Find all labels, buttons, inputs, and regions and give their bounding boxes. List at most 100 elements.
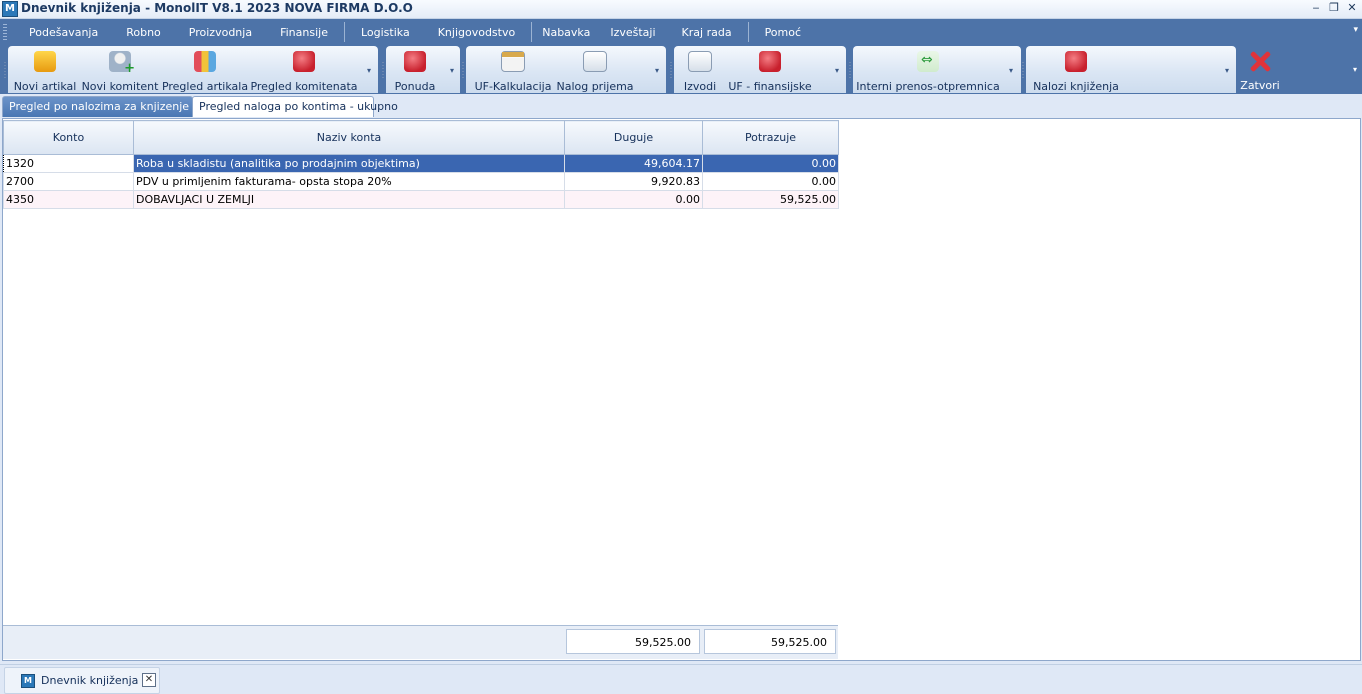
cell-duguje[interactable]: 49,604.17: [564, 154, 703, 173]
clients-icon: [293, 51, 315, 72]
toolbar-grip[interactable]: [4, 62, 6, 78]
offer-button[interactable]: Ponuda: [392, 46, 438, 93]
dropdown-arrow-icon[interactable]: ▾: [655, 66, 659, 75]
menu-kraj-rada[interactable]: Kraj rada: [668, 26, 746, 39]
cell-potrazuje[interactable]: 0.00: [702, 172, 839, 191]
statements-icon: [688, 51, 712, 72]
app-icon: M: [2, 1, 18, 17]
menu-knjigovodstvo[interactable]: Knjigovodstvo: [424, 26, 530, 39]
menu-finansije[interactable]: Finansije: [266, 26, 342, 39]
clients-overview-button[interactable]: Pregled komitenata: [250, 46, 358, 93]
cell-duguje[interactable]: 9,920.83: [564, 172, 703, 191]
cell-naziv[interactable]: PDV u primljenim fakturama- opsta stopa …: [133, 172, 565, 191]
articles-overview-label: Pregled artikala: [161, 80, 249, 93]
articles-overview-button[interactable]: Pregled artikala: [162, 46, 248, 93]
book-icon: [1065, 51, 1087, 72]
cell-potrazuje[interactable]: 59,525.00: [702, 190, 839, 209]
statements-button[interactable]: Izvodi: [680, 46, 720, 93]
table-row[interactable]: 1320 Roba u skladistu (analitika po prod…: [3, 154, 839, 173]
new-article-label: Novi artikal: [13, 80, 77, 93]
uf-finance-label: UF - finansijske: [728, 80, 812, 93]
toolbar-group-documents: UF-Kalkulacija Nalog prijema ▾: [466, 46, 666, 93]
tab-by-booking-orders[interactable]: Pregled po nalozima za knjizenje: [2, 96, 193, 117]
toolbar-group-offer: Ponuda ▾: [386, 46, 460, 93]
menu-proizvodnja[interactable]: Proizvodnja: [175, 26, 266, 39]
column-header-konto[interactable]: Konto: [3, 120, 134, 155]
menu-logistika[interactable]: Logistika: [347, 26, 424, 39]
menu-izvestaji[interactable]: Izveštaji: [598, 26, 667, 39]
restore-button[interactable]: ❐: [1328, 0, 1340, 16]
menu-podesavanja[interactable]: Podešavanja: [15, 26, 112, 39]
menu-nabavka[interactable]: Nabavka: [534, 26, 598, 39]
new-article-button[interactable]: Novi artikal: [13, 46, 77, 93]
dropdown-arrow-icon[interactable]: ▾: [1009, 66, 1013, 75]
uf-calculation-label: UF-Kalkulacija: [474, 80, 552, 93]
booking-orders-button[interactable]: Nalozi knjiženja: [1033, 46, 1119, 93]
table-row[interactable]: 4350 DOBAVLJACI U ZEMLJI 0.00 59,525.00: [3, 190, 839, 209]
toolbar-grip[interactable]: [462, 62, 464, 78]
window-controls: ‒ ❐ ✕: [1310, 0, 1358, 18]
receipt-order-label: Nalog prijema: [556, 80, 634, 93]
toolbar-grip[interactable]: [382, 62, 384, 78]
menu-separator: [531, 22, 533, 42]
dropdown-arrow-icon[interactable]: ▾: [1225, 66, 1229, 75]
new-client-label: Novi komitent: [81, 80, 159, 93]
add-user-icon: [109, 51, 135, 76]
receipt-order-button[interactable]: Nalog prijema: [556, 46, 634, 93]
menu-overflow-icon[interactable]: ▾: [1353, 25, 1358, 35]
toolbar-grip[interactable]: [849, 62, 851, 78]
cell-konto[interactable]: 4350: [3, 190, 134, 209]
toolbar-group-master-data: Novi artikal Novi komitent Pregled artik…: [8, 46, 378, 93]
column-header-naziv-konta[interactable]: Naziv konta: [133, 120, 565, 155]
toolbar-overflow-icon[interactable]: ▾: [1353, 65, 1357, 74]
internal-transfer-button[interactable]: Interni prenos-otpremnica: [856, 46, 1000, 93]
close-icon: [1249, 50, 1271, 71]
finance-icon: [759, 51, 781, 72]
items-icon: [194, 51, 216, 72]
tab-by-accounts-total[interactable]: Pregled naloga po kontima - ukupno: [192, 96, 398, 117]
total-potrazuje: 59,525.00: [704, 629, 836, 654]
new-client-button[interactable]: Novi komitent: [82, 46, 158, 93]
cell-naziv[interactable]: Roba u skladistu (analitika po prodajnim…: [133, 154, 565, 173]
cell-naziv[interactable]: DOBAVLJACI U ZEMLJI: [133, 190, 565, 209]
toolbar: Novi artikal Novi komitent Pregled artik…: [0, 45, 1362, 94]
accounts-grid: Konto Naziv konta Duguje Potrazuje 1320 …: [3, 120, 839, 209]
grid-footer: 59,525.00 59,525.00: [3, 625, 838, 659]
toolbar-group-transfer: Interni prenos-otpremnica ▾: [853, 46, 1021, 93]
uf-calculation-button[interactable]: UF-Kalkulacija: [474, 46, 552, 93]
document-tab-bar: M Dnevnik knjiženja ✕: [0, 664, 1362, 694]
cell-potrazuje[interactable]: 0.00: [702, 154, 839, 173]
offer-label: Ponuda: [394, 80, 436, 93]
dropdown-arrow-icon[interactable]: ▾: [450, 66, 454, 75]
booking-orders-label: Nalozi knjiženja: [1033, 80, 1119, 93]
clients-overview-label: Pregled komitenata: [250, 80, 358, 93]
tab-strip: Pregled po nalozima za knjizenje Pregled…: [0, 94, 1362, 118]
menu-pomoc[interactable]: Pomoć: [751, 26, 815, 39]
dropdown-arrow-icon[interactable]: ▾: [367, 66, 371, 75]
dropdown-arrow-icon[interactable]: ▾: [835, 66, 839, 75]
cell-konto[interactable]: 2700: [3, 172, 134, 191]
column-header-duguje[interactable]: Duguje: [564, 120, 703, 155]
grid-header-row: Konto Naziv konta Duguje Potrazuje: [3, 120, 839, 155]
column-header-potrazuje[interactable]: Potrazuje: [702, 120, 839, 155]
toolbar-grip[interactable]: [1022, 62, 1024, 78]
title-bar: M Dnevnik knjiženja - MonolIT V8.1 2023 …: [0, 0, 1362, 19]
shopping-bag-icon: [34, 51, 56, 72]
uf-finance-button[interactable]: UF - finansijske: [728, 46, 812, 93]
close-window-button[interactable]: ✕: [1346, 0, 1358, 16]
toolbar-grip[interactable]: [670, 62, 672, 78]
document-tab[interactable]: M Dnevnik knjiženja ✕: [4, 667, 160, 694]
cell-konto[interactable]: 1320: [3, 154, 134, 173]
calculation-icon: [501, 51, 525, 72]
minimize-button[interactable]: ‒: [1310, 0, 1322, 16]
document-icon: M: [21, 674, 35, 688]
close-button[interactable]: Zatvori: [1240, 45, 1280, 92]
menu-grip[interactable]: [3, 24, 7, 40]
table-row[interactable]: 2700 PDV u primljenim fakturama- opsta s…: [3, 172, 839, 191]
menu-robno[interactable]: Robno: [112, 26, 175, 39]
total-duguje: 59,525.00: [566, 629, 700, 654]
close-tab-icon[interactable]: ✕: [142, 673, 156, 687]
menu-separator: [343, 22, 345, 42]
menu-separator: [747, 22, 749, 42]
cell-duguje[interactable]: 0.00: [564, 190, 703, 209]
